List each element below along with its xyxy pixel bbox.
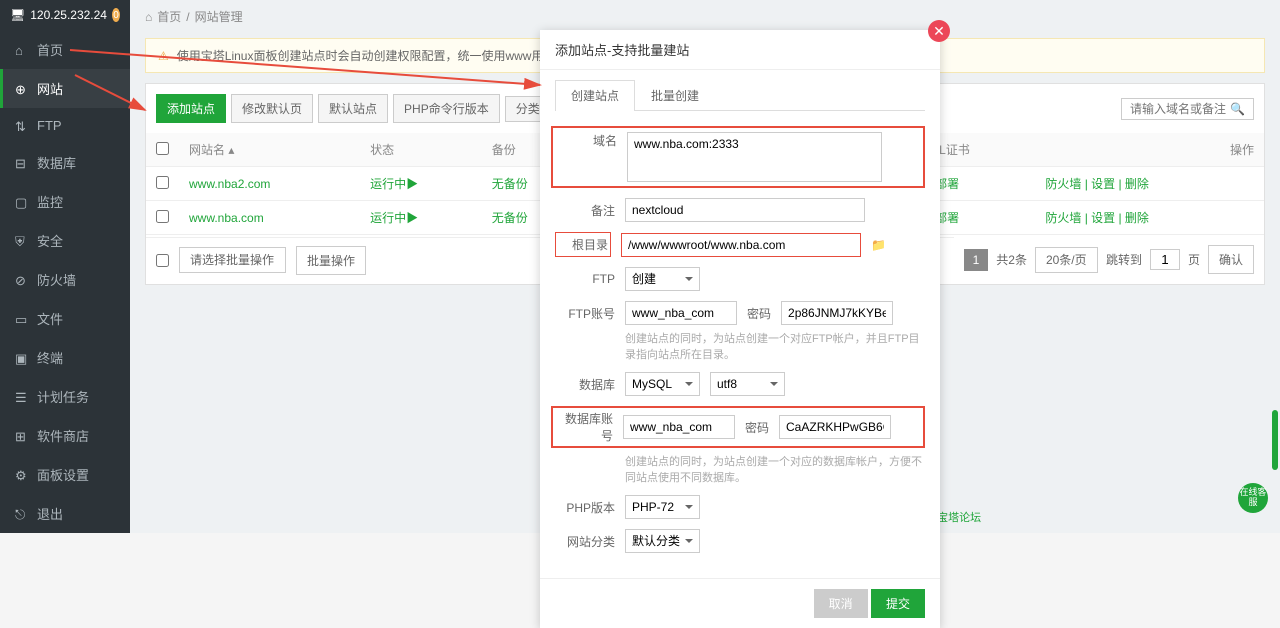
status-link[interactable]: 运行中▶ xyxy=(370,177,418,191)
breadcrumb-current: 网站管理 xyxy=(195,8,243,25)
notification-badge[interactable]: 0 xyxy=(112,8,120,22)
site-name-link[interactable]: www.nba2.com xyxy=(189,177,270,191)
add-site-modal: 添加站点-支持批量建站 ✕ 创建站点 批量创建 域名 www.nba.com:2… xyxy=(540,30,940,628)
shield-icon: ⛨ xyxy=(15,234,29,248)
calendar-icon: ☰ xyxy=(15,390,29,404)
batch-execute-button[interactable]: 批量操作 xyxy=(296,246,366,275)
firewall-icon: ⊘ xyxy=(15,273,29,287)
logout-icon: ⎋ xyxy=(15,507,29,521)
page-1[interactable]: 1 xyxy=(964,249,989,271)
db-account-input[interactable] xyxy=(623,415,735,439)
ftp-password-input[interactable] xyxy=(781,301,893,325)
online-support-button[interactable]: 在线客服 xyxy=(1238,483,1268,513)
sidebar-item-database[interactable]: ⊟数据库 xyxy=(0,143,130,182)
sidebar-item-security[interactable]: ⛨安全 xyxy=(0,221,130,260)
breadcrumb-home[interactable]: 首页 xyxy=(157,8,181,25)
row-checkbox[interactable] xyxy=(156,210,169,223)
server-ip: 120.25.232.24 xyxy=(30,8,107,22)
per-page-select[interactable]: 20条/页 xyxy=(1035,247,1098,273)
sidebar-item-ftp[interactable]: ⇅FTP xyxy=(0,108,130,143)
root-input[interactable] xyxy=(621,233,861,257)
ftp-account-label: FTP账号 xyxy=(555,305,615,322)
folder-browse-icon[interactable]: 📁 xyxy=(871,238,886,252)
root-label: 根目录 xyxy=(555,232,611,257)
settings-icon: ⚙ xyxy=(15,468,29,482)
modify-default-button[interactable]: 修改默认页 xyxy=(231,94,313,123)
sidebar-item-appstore[interactable]: ⊞软件商店 xyxy=(0,416,130,455)
tab-create[interactable]: 创建站点 xyxy=(555,80,635,111)
category-label: 网站分类 xyxy=(555,533,615,550)
jump-page-input[interactable] xyxy=(1150,249,1180,270)
modal-title: 添加站点-支持批量建站 xyxy=(555,43,689,58)
sidebar-item-monitor[interactable]: ▢监控 xyxy=(0,182,130,221)
backup-link[interactable]: 无备份 xyxy=(492,211,528,225)
row-actions[interactable]: 防火墙 | 设置 | 删除 xyxy=(1045,177,1149,191)
monitor-icon: ▢ xyxy=(15,195,29,209)
add-site-button[interactable]: 添加站点 xyxy=(156,94,226,123)
php-label: PHP版本 xyxy=(555,499,615,516)
col-status[interactable]: 状态 xyxy=(360,133,482,167)
select-all-checkbox[interactable] xyxy=(156,142,169,155)
db-account-label: 数据库账号 xyxy=(557,410,613,444)
panel-header: 🖥 120.25.232.24 0 xyxy=(0,0,130,30)
sidebar-item-files[interactable]: ▭文件 xyxy=(0,299,130,338)
backup-link[interactable]: 无备份 xyxy=(492,177,528,191)
sidebar-item-firewall[interactable]: ⊘防火墙 xyxy=(0,260,130,299)
terminal-icon: ▣ xyxy=(15,351,29,365)
remark-label: 备注 xyxy=(555,202,615,219)
ftp-select[interactable]: 创建 xyxy=(625,267,700,291)
jump-confirm-button[interactable]: 确认 xyxy=(1208,245,1254,274)
ftp-label: FTP xyxy=(555,272,615,286)
sidebar-item-settings[interactable]: ⚙面板设置 xyxy=(0,455,130,494)
default-site-button[interactable]: 默认站点 xyxy=(318,94,388,123)
search-icon[interactable]: 🔍 xyxy=(1230,102,1245,116)
ftp-icon: ⇅ xyxy=(15,119,29,133)
php-version-select[interactable]: PHP-72 xyxy=(625,495,700,519)
sidebar-item-terminal[interactable]: ▣终端 xyxy=(0,338,130,377)
col-name[interactable]: 网站名 ▴ xyxy=(179,133,360,167)
cancel-button[interactable]: 取消 xyxy=(814,589,868,618)
domain-input[interactable]: www.nba.com:2333 xyxy=(627,132,882,182)
ftp-account-input[interactable] xyxy=(625,301,737,325)
remark-input[interactable] xyxy=(625,198,865,222)
folder-icon: ▭ xyxy=(15,312,29,326)
scrollbar[interactable] xyxy=(1270,0,1278,533)
database-icon: ⊟ xyxy=(15,156,29,170)
ftp-hint: 创建站点的同时，为站点创建一个对应FTP帐户，并且FTP目录指向站点所在目录。 xyxy=(625,330,925,362)
status-link[interactable]: 运行中▶ xyxy=(370,211,418,225)
sidebar-item-cron[interactable]: ☰计划任务 xyxy=(0,377,130,416)
breadcrumb: ⌂ 首页 / 网站管理 xyxy=(130,0,1280,33)
sidebar-item-home[interactable]: ⌂首页 xyxy=(0,30,130,69)
home-icon: ⌂ xyxy=(15,43,29,57)
db-hint: 创建站点的同时，为站点创建一个对应的数据库帐户，方便不同站点使用不同数据库。 xyxy=(625,453,925,485)
row-checkbox[interactable] xyxy=(156,176,169,189)
sidebar-item-logout[interactable]: ⎋退出 xyxy=(0,494,130,533)
domain-label: 域名 xyxy=(557,132,617,149)
db-charset-select[interactable]: utf8 xyxy=(710,372,785,396)
sidebar-item-website[interactable]: ⊕网站 xyxy=(0,69,130,108)
home-icon: ⌂ xyxy=(145,10,152,24)
tab-batch[interactable]: 批量创建 xyxy=(635,80,715,110)
db-label: 数据库 xyxy=(555,376,615,393)
submit-button[interactable]: 提交 xyxy=(871,589,925,618)
search-input[interactable] xyxy=(1130,102,1230,116)
db-type-select[interactable]: MySQL xyxy=(625,372,700,396)
app-icon: ⊞ xyxy=(15,429,29,443)
row-actions[interactable]: 防火墙 | 设置 | 删除 xyxy=(1045,211,1149,225)
batch-select[interactable]: 请选择批量操作 xyxy=(179,247,286,273)
col-actions: 操作 xyxy=(1032,133,1264,167)
monitor-icon: 🖥 xyxy=(10,8,25,22)
close-icon[interactable]: ✕ xyxy=(928,20,950,42)
batch-checkbox[interactable] xyxy=(156,254,169,267)
total-count: 共2条 xyxy=(996,251,1027,268)
db-password-input[interactable] xyxy=(779,415,891,439)
site-name-link[interactable]: www.nba.com xyxy=(189,211,264,225)
php-cli-button[interactable]: PHP命令行版本 xyxy=(393,94,500,123)
globe-icon: ⊕ xyxy=(15,82,29,96)
warning-icon: ⚠ xyxy=(158,49,169,63)
